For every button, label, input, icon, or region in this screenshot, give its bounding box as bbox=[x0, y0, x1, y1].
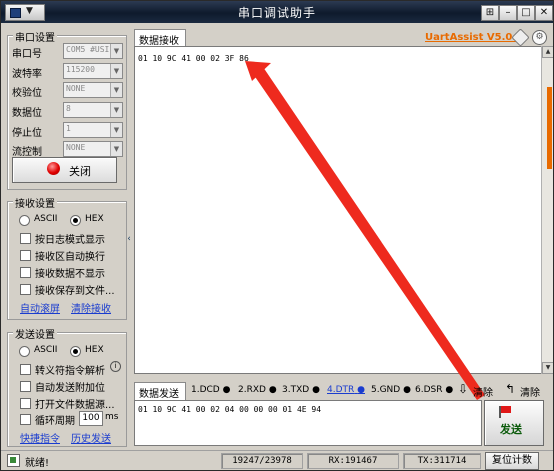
send-textarea[interactable]: 01 10 9C 41 00 02 04 00 00 00 01 4E 94 bbox=[134, 400, 482, 446]
main-window: ▼ 串口调试助手 ⊞ – □ ✕ 串口设置 串口号 COM5 #USI ▼ 波特率… bbox=[0, 0, 554, 471]
signal-txd-label: 3.TXD bbox=[282, 385, 310, 395]
led-dot-icon: ● bbox=[403, 385, 411, 395]
signal-dcd: 1.DCD ● bbox=[191, 385, 230, 395]
signal-rxd: 2.RXD ● bbox=[238, 385, 277, 395]
signal-rxd-label: 2.RXD bbox=[238, 385, 266, 395]
send-button[interactable]: 发送 bbox=[484, 400, 544, 446]
clear-receive-button[interactable]: 清除 bbox=[473, 384, 493, 399]
status-bar: 就绪! 19247/23978 RX:191467 TX:311714 复位计数 bbox=[1, 450, 553, 470]
send-content: 01 10 9C 41 00 02 04 00 00 00 01 4E 94 bbox=[138, 405, 322, 414]
signal-dtr[interactable]: 4.DTR ● bbox=[327, 385, 365, 395]
led-dot-icon: ● bbox=[268, 385, 277, 395]
red-arrow-annotation bbox=[245, 61, 485, 400]
signal-dsr-label: 6.DSR bbox=[415, 385, 443, 395]
clear-return-arrow-icon: ↰ bbox=[505, 382, 516, 396]
clear-down-arrow-icon: ⇩ bbox=[458, 382, 469, 396]
status-icon bbox=[7, 454, 20, 467]
tab-send[interactable]: 数据发送 bbox=[134, 382, 186, 400]
clear-send-button[interactable]: 清除 bbox=[520, 384, 540, 399]
led-dot-icon: ● bbox=[357, 385, 366, 395]
tab-send-label: 数据发送 bbox=[139, 389, 179, 400]
status-tx: TX:311714 bbox=[403, 453, 481, 469]
led-dot-icon: ● bbox=[445, 385, 454, 395]
flag-icon bbox=[501, 406, 511, 413]
signal-dtr-label: 4.DTR bbox=[327, 385, 355, 395]
send-button-label: 发送 bbox=[500, 423, 522, 436]
status-icon-fill bbox=[10, 457, 16, 463]
signal-dcd-label: 1.DCD bbox=[191, 385, 220, 395]
led-dot-icon: ● bbox=[222, 385, 231, 395]
signal-gnd: 5.GND ● bbox=[371, 385, 411, 395]
signal-txd: 3.TXD ● bbox=[282, 385, 320, 395]
status-counter: 19247/23978 bbox=[221, 453, 303, 469]
signal-dsr: 6.DSR ● bbox=[415, 385, 453, 395]
reset-count-button[interactable]: 复位计数 bbox=[485, 452, 539, 470]
status-ready: 就绪! bbox=[25, 458, 50, 469]
status-rx: RX:191467 bbox=[307, 453, 399, 469]
signal-gnd-label: 5.GND bbox=[371, 385, 401, 395]
led-dot-icon: ● bbox=[312, 385, 320, 395]
